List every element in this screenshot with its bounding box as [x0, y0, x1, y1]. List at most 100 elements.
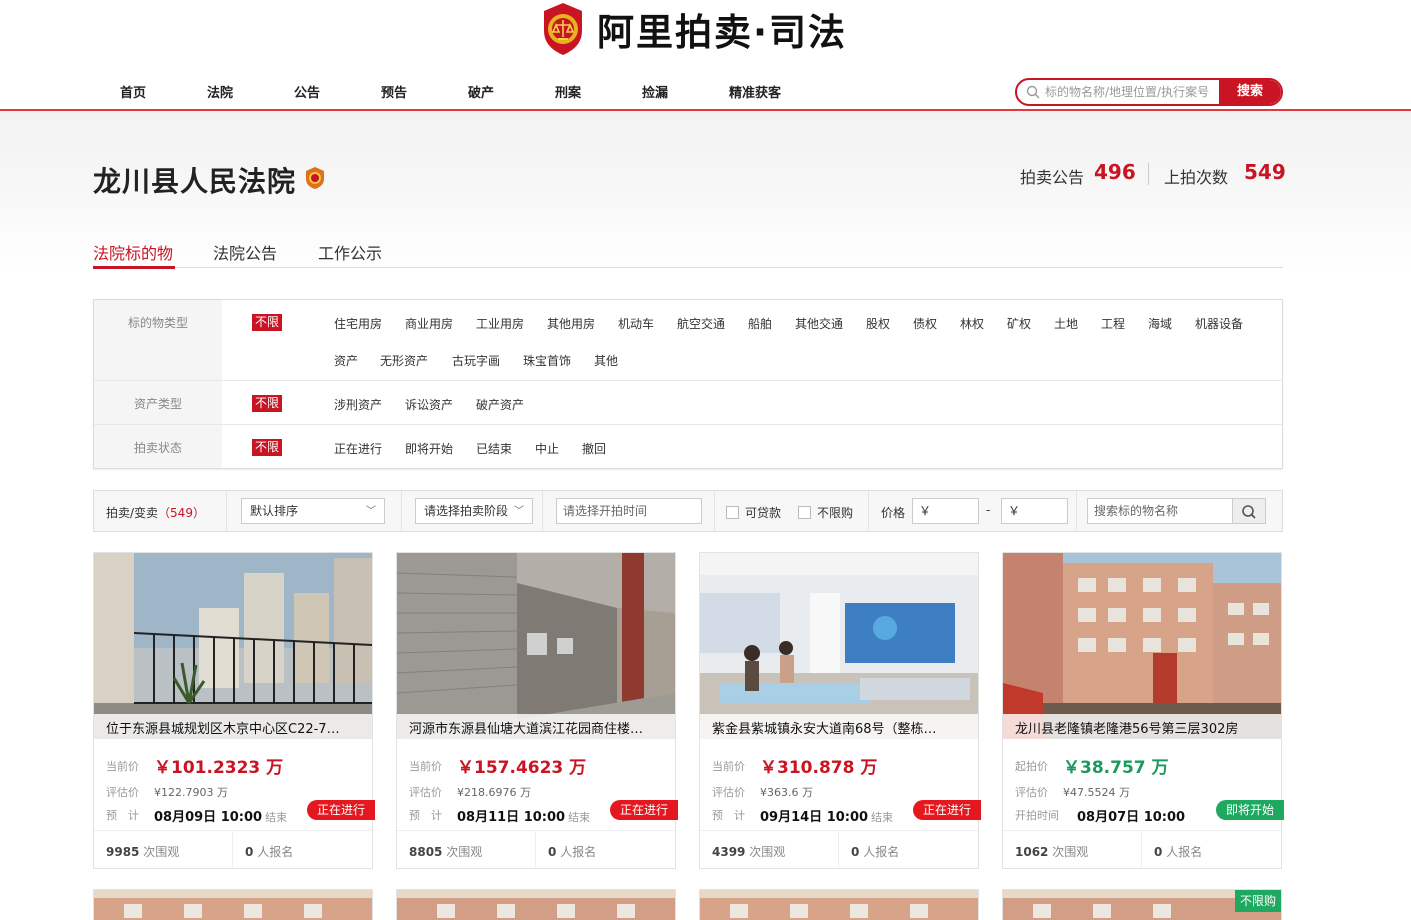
- card-footer-divider: [700, 830, 978, 831]
- filter-option[interactable]: 已结束: [476, 440, 512, 457]
- view-count-label: 次围观: [143, 845, 180, 859]
- sort-select[interactable]: 默认排序 ﹀: [241, 498, 385, 524]
- price-min-input[interactable]: ￥: [912, 498, 979, 524]
- stat-value-notices: 496: [1094, 160, 1136, 184]
- nav-item-home[interactable]: 首页: [120, 82, 146, 101]
- nav-item-bargain[interactable]: 捡漏: [642, 82, 668, 101]
- filter-option[interactable]: 船舶: [748, 315, 772, 332]
- auction-card[interactable]: 河源市东源县仙塘大道滨江花园商住楼… 当前价 ￥157.4623 万 评估价 ¥…: [396, 552, 678, 869]
- nav-item-notice[interactable]: 公告: [294, 82, 320, 101]
- brand-logo[interactable]: 阿里拍卖·司法: [538, 0, 847, 58]
- view-count: 9985 次围观: [106, 843, 179, 860]
- end-time-suffix: 结束: [871, 811, 894, 824]
- filter-option[interactable]: 正在进行: [334, 440, 382, 457]
- filter-option[interactable]: 涉刑资产: [334, 396, 382, 413]
- property-title[interactable]: 龙川县老隆镇老隆港56号第三层302房: [1015, 718, 1273, 737]
- filter-option[interactable]: 工业用房: [476, 315, 524, 332]
- filter-option[interactable]: 矿权: [1007, 315, 1031, 332]
- filter-option[interactable]: 古玩字画: [452, 352, 500, 369]
- time-label: 预 计: [712, 809, 745, 822]
- filter-option[interactable]: 航空交通: [677, 315, 725, 332]
- appraisal-price: ¥218.6976 万: [457, 786, 531, 799]
- filter-label-asset-type: 资产类型: [133, 397, 182, 411]
- start-time: 08月07日 10:00: [1077, 806, 1188, 825]
- keyword-search-input[interactable]: 搜索标的物名称: [1087, 498, 1233, 524]
- signup-count-value: 0: [548, 845, 557, 859]
- filter-label-item-type: 标的物类型: [127, 316, 188, 330]
- keyword-search-button[interactable]: [1233, 498, 1266, 524]
- auction-card-partial[interactable]: [93, 889, 373, 920]
- property-title[interactable]: 位于东源县城规划区木京中心区C22-7…: [106, 718, 364, 737]
- auction-card[interactable]: 龙川县老隆镇老隆港56号第三层302房 起拍价 ￥38.757 万 评估价 ¥4…: [1002, 552, 1284, 869]
- filter-option[interactable]: 中止: [535, 440, 559, 457]
- signup-count: 0 人报名: [1154, 843, 1202, 860]
- property-photo: [700, 890, 978, 920]
- nav-item-criminal[interactable]: 刑案: [555, 82, 581, 101]
- signup-count-label: 人报名: [1166, 845, 1203, 859]
- filter-option[interactable]: 其他交通: [795, 315, 843, 332]
- nav-item-bankruptcy[interactable]: 破产: [468, 82, 494, 101]
- filter-option[interactable]: 债权: [913, 315, 937, 332]
- brand-name: 阿里拍卖·司法: [597, 11, 848, 54]
- header-search: 搜索: [1015, 78, 1283, 106]
- signup-count-value: 0: [851, 845, 860, 859]
- tab-court-items[interactable]: 法院标的物: [93, 240, 173, 264]
- auction-card[interactable]: 紫金县紫城镇永安大道南68号（整栋… 当前价 ￥310.878 万 评估价 ¥3…: [699, 552, 981, 869]
- filter-option[interactable]: 机器设备: [1195, 315, 1243, 332]
- property-title[interactable]: 紫金县紫城镇永安大道南68号（整栋…: [712, 718, 970, 737]
- filter-option[interactable]: 其他: [594, 352, 618, 369]
- loanable-checkbox[interactable]: [726, 506, 739, 519]
- filter-option[interactable]: 珠宝首饰: [523, 352, 571, 369]
- price-max-input[interactable]: ￥: [1001, 498, 1068, 524]
- stage-select[interactable]: 请选择拍卖阶段 ﹀: [415, 498, 533, 524]
- unrestricted-checkbox[interactable]: [798, 506, 811, 519]
- filter-option[interactable]: 林权: [960, 315, 984, 332]
- auction-card[interactable]: 位于东源县城规划区木京中心区C22-7… 当前价 ￥101.2323 万 评估价…: [93, 552, 375, 869]
- view-count-value: 9985: [106, 845, 140, 859]
- filter-option[interactable]: 其他用房: [547, 315, 595, 332]
- filter-option[interactable]: 商业用房: [405, 315, 453, 332]
- filter-option[interactable]: 海域: [1148, 315, 1172, 332]
- filter-asset-type-all[interactable]: 不限: [252, 395, 282, 412]
- appraisal-label: 评估价: [1015, 786, 1048, 799]
- property-photo: [1003, 553, 1281, 739]
- filter-option[interactable]: 住宅用房: [334, 315, 382, 332]
- filter-option[interactable]: 资产: [334, 352, 358, 369]
- search-icon: [1026, 85, 1040, 99]
- property-photo: [94, 553, 372, 739]
- auction-card-partial[interactable]: [699, 889, 979, 920]
- filter-option[interactable]: 股权: [866, 315, 890, 332]
- filter-option[interactable]: 工程: [1101, 315, 1125, 332]
- filter-option[interactable]: 机动车: [618, 315, 654, 332]
- status-badge: 即将开始: [1216, 800, 1284, 820]
- end-time-value: 09月14日 10:00: [760, 810, 869, 825]
- property-photo: [94, 890, 372, 920]
- tab-court-notices[interactable]: 法院公告: [213, 240, 277, 264]
- filter-option[interactable]: 即将开始: [405, 440, 453, 457]
- sort-select-value: 默认排序: [250, 504, 299, 518]
- auction-card-partial[interactable]: [396, 889, 676, 920]
- filter-option[interactable]: 撤回: [582, 440, 606, 457]
- nav-item-court[interactable]: 法院: [207, 82, 233, 101]
- filter-option[interactable]: 诉讼资产: [405, 396, 453, 413]
- price-label: 当前价: [409, 760, 442, 773]
- end-time-value: 08月09日 10:00: [154, 810, 263, 825]
- nav-item-preview[interactable]: 预告: [381, 82, 407, 101]
- filter-option[interactable]: 破产资产: [476, 396, 524, 413]
- appraisal-price: ¥122.7903 万: [154, 786, 228, 799]
- card-footer-divider: [232, 831, 233, 869]
- search-input[interactable]: [1045, 80, 1225, 104]
- auction-card-partial[interactable]: 不限购: [1002, 889, 1282, 920]
- card-footer-divider: [535, 831, 536, 869]
- filter-status-all[interactable]: 不限: [252, 439, 282, 456]
- start-time-picker[interactable]: 请选择开拍时间: [556, 498, 702, 524]
- property-title[interactable]: 河源市东源县仙塘大道滨江花园商住楼…: [409, 718, 667, 737]
- filter-item-type-all[interactable]: 不限: [252, 314, 282, 331]
- search-button[interactable]: 搜索: [1219, 80, 1281, 104]
- filter-option[interactable]: 无形资产: [380, 352, 428, 369]
- nav-item-leads[interactable]: 精准获客: [729, 82, 781, 101]
- mode-label[interactable]: 拍卖/变卖（549）: [106, 504, 205, 521]
- tab-work-publicity[interactable]: 工作公示: [318, 240, 382, 264]
- card-footer-divider: [1141, 831, 1142, 869]
- filter-option[interactable]: 土地: [1054, 315, 1078, 332]
